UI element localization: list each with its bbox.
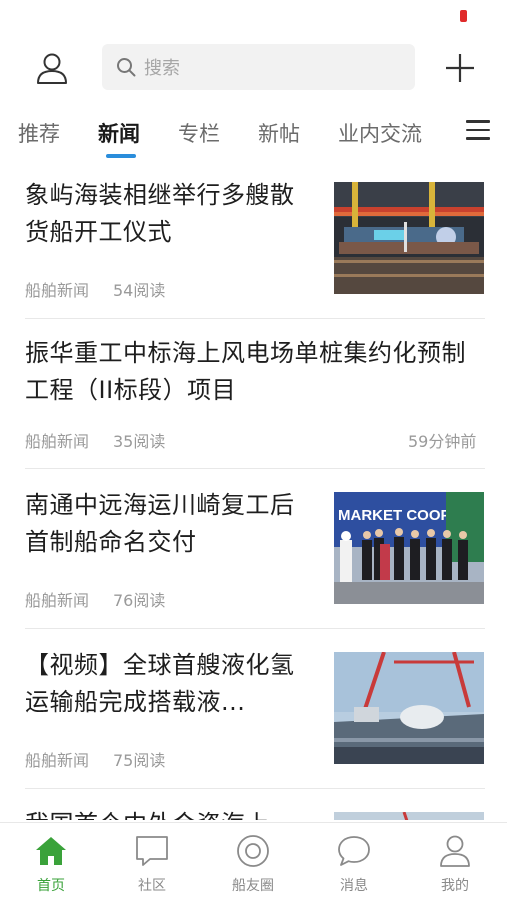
news-item[interactable]: 南通中远海运川崎复工后首制船命名交付: [25, 487, 310, 561]
tab-columns[interactable]: 专栏: [178, 118, 220, 148]
news-source: 船舶新闻: [25, 591, 90, 610]
divider: [25, 468, 485, 469]
circle-target-icon: [237, 835, 269, 867]
nav-label: 船友圈: [232, 878, 274, 894]
nav-home[interactable]: 首页: [16, 833, 86, 895]
news-title: 我国首个中外合资海上: [25, 806, 310, 820]
divider: [25, 628, 485, 629]
top-header: 搜索: [0, 40, 507, 96]
news-title: 南通中远海运川崎复工后首制船命名交付: [25, 491, 295, 556]
nav-label: 消息: [340, 878, 368, 894]
news-title: 振华重工中标海上风电场单桩集约化预制工程（II标段）项目: [25, 339, 466, 404]
home-icon: [36, 837, 66, 865]
menu-icon: [466, 120, 490, 123]
news-item[interactable]: 象屿海装相继举行多艘散货船开工仪式: [25, 177, 310, 251]
divider: [25, 788, 485, 789]
active-tab-indicator: [106, 154, 136, 158]
news-item[interactable]: 【视频】全球首艘液化氢运输船完成搭载液...: [25, 647, 310, 721]
divider: [25, 318, 485, 319]
profile-button[interactable]: [30, 46, 74, 90]
nav-label: 我的: [441, 878, 469, 894]
news-feed: 象屿海装相继举行多艘散货船开工仪式 船舶新闻 54阅读 振华重工中标海上风电场单…: [0, 160, 507, 820]
news-item[interactable]: 我国首个中外合资海上: [25, 806, 310, 820]
status-indicator: [460, 10, 467, 22]
news-reads: 76阅读: [113, 591, 166, 610]
plus-icon: [446, 54, 474, 82]
nav-label: 首页: [37, 878, 65, 894]
news-item[interactable]: 振华重工中标海上风电场单桩集约化预制工程（II标段）项目: [25, 335, 485, 409]
news-thumbnail[interactable]: [334, 812, 484, 820]
news-title: 【视频】全球首艘液化氢运输船完成搭载液...: [25, 651, 295, 716]
tabs-menu-button[interactable]: [466, 120, 490, 146]
nav-messages[interactable]: 消息: [319, 833, 389, 895]
bottom-navigation: 首页 社区 船友圈 消息 我的: [0, 822, 507, 900]
news-title: 象屿海装相继举行多艘散货船开工仪式: [25, 181, 295, 246]
news-source: 船舶新闻: [25, 751, 90, 770]
add-button[interactable]: [440, 46, 480, 90]
news-source: 船舶新闻: [25, 432, 90, 451]
news-thumbnail[interactable]: MARKET COOPER: [334, 492, 484, 604]
chat-square-icon: [136, 836, 168, 866]
tab-recommend[interactable]: 推荐: [18, 118, 60, 148]
search-input[interactable]: 搜索: [102, 44, 415, 90]
nav-friends-circle[interactable]: 船友圈: [218, 833, 288, 895]
user-icon: [440, 835, 470, 867]
news-reads: 75阅读: [113, 751, 166, 770]
news-reads: 35阅读: [113, 432, 166, 451]
news-source: 船舶新闻: [25, 281, 90, 300]
news-reads: 54阅读: [113, 281, 166, 300]
message-bubble-icon: [338, 836, 370, 866]
news-thumbnail[interactable]: [334, 182, 484, 294]
user-icon: [37, 53, 67, 84]
search-placeholder: 搜索: [144, 58, 180, 79]
tab-new-posts[interactable]: 新帖: [258, 118, 300, 148]
search-icon: [117, 58, 136, 77]
news-thumbnail[interactable]: [334, 652, 484, 764]
nav-mine[interactable]: 我的: [420, 833, 490, 895]
news-time: 59分钟前: [408, 432, 477, 451]
nav-label: 社区: [138, 878, 166, 894]
tab-industry-exchange[interactable]: 业内交流: [338, 118, 422, 148]
category-tabs: 推荐 新闻 专栏 新帖 业内交流: [0, 110, 507, 160]
tab-news[interactable]: 新闻: [98, 118, 140, 148]
nav-community[interactable]: 社区: [117, 833, 187, 895]
